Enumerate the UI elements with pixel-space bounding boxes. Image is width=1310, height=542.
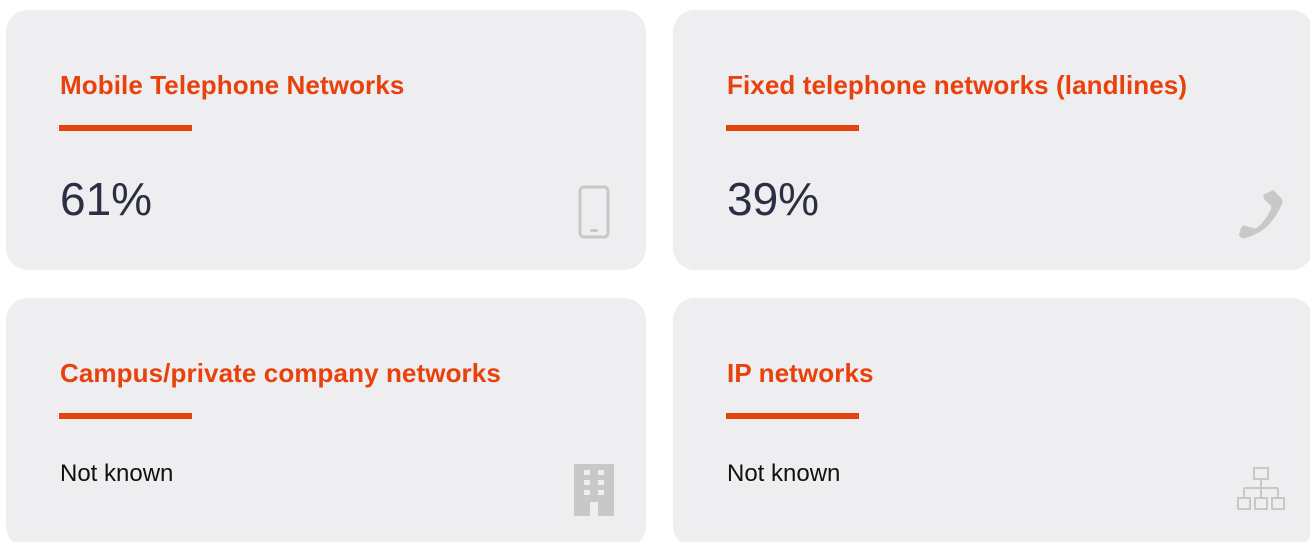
- card-title: IP networks: [727, 358, 874, 388]
- card-title: Campus/private company networks: [60, 358, 501, 388]
- title-underline: [59, 413, 192, 419]
- title-underline: [59, 125, 192, 131]
- title-underline: [726, 413, 859, 419]
- card-title: Fixed telephone networks (landlines): [727, 70, 1188, 100]
- card-value: Not known: [727, 460, 841, 487]
- telephone-handset-icon: [1237, 184, 1285, 240]
- card-value: 61%: [60, 173, 153, 225]
- title-underline: [726, 125, 859, 131]
- card-title: Mobile Telephone Networks: [60, 70, 405, 100]
- card-campus-networks: Campus/private company networks Not know…: [6, 298, 646, 542]
- card-mobile-networks: Mobile Telephone Networks 61%: [6, 10, 646, 270]
- card-ip-networks: IP networks Not known: [673, 298, 1310, 542]
- network-hierarchy-icon: [1237, 462, 1285, 518]
- mobile-phone-icon: [570, 184, 618, 240]
- card-fixed-networks: Fixed telephone networks (landlines) 39%: [673, 10, 1310, 270]
- card-value: 39%: [727, 173, 820, 225]
- card-value: Not known: [60, 460, 174, 487]
- building-icon: [570, 462, 618, 518]
- network-share-grid: Mobile Telephone Networks 61% Fixed tele…: [0, 0, 1310, 542]
